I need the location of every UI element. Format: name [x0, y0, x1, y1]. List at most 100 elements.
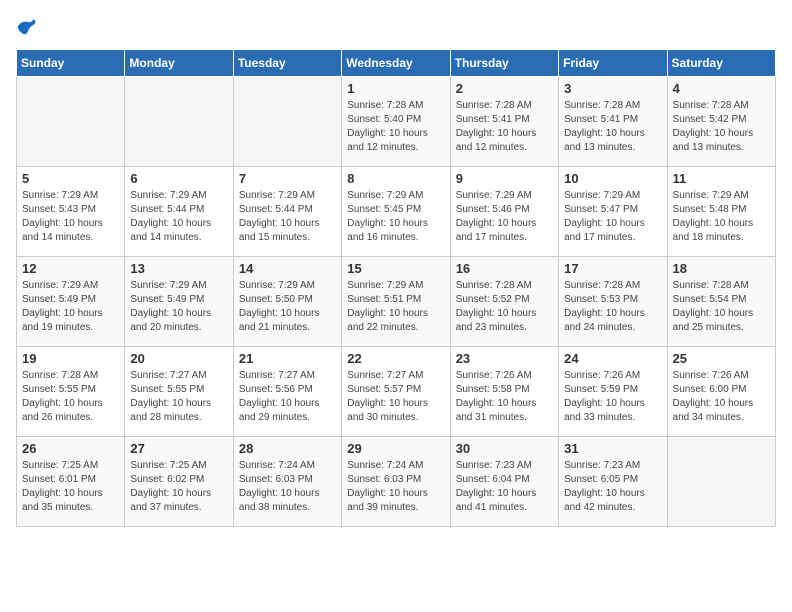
day-info: Sunrise: 7:29 AM Sunset: 5:45 PM Dayligh… — [347, 189, 444, 245]
day-info: Sunrise: 7:28 AM Sunset: 5:41 PM Dayligh… — [564, 99, 661, 155]
day-number: 23 — [456, 351, 553, 366]
calendar-cell: 23 Sunrise: 7:26 AM Sunset: 5:58 PM Dayli… — [450, 347, 558, 437]
day-info: Sunrise: 7:27 AM Sunset: 5:56 PM Dayligh… — [239, 369, 336, 425]
weekday-header-row: SundayMondayTuesdayWednesdayThursdayFrid… — [17, 50, 776, 77]
calendar-cell: 7 Sunrise: 7:29 AM Sunset: 5:44 PM Daylig… — [233, 167, 341, 257]
calendar-cell: 6Sunrise: 7:29 AM Sunset: 5:44 PM Daylig… — [125, 167, 233, 257]
day-number: 29 — [347, 441, 444, 456]
day-number: 12 — [22, 261, 119, 276]
calendar-cell: 15 Sunrise: 7:29 AM Sunset: 5:51 PM Dayli… — [342, 257, 450, 347]
calendar-cell: 8 Sunrise: 7:29 AM Sunset: 5:45 PM Daylig… — [342, 167, 450, 257]
day-info: Sunrise: 7:26 AM Sunset: 5:59 PM Dayligh… — [564, 369, 661, 425]
calendar-week-1: 1Sunrise: 7:28 AM Sunset: 5:40 PM Daylig… — [17, 77, 776, 167]
weekday-header-friday: Friday — [559, 50, 667, 77]
calendar-cell: 17 Sunrise: 7:28 AM Sunset: 5:53 PM Dayli… — [559, 257, 667, 347]
day-number: 10 — [564, 171, 661, 186]
day-number: 28 — [239, 441, 336, 456]
day-number: 9 — [456, 171, 553, 186]
calendar-cell: 26 Sunrise: 7:25 AM Sunset: 6:01 PM Dayli… — [17, 437, 125, 527]
day-info: Sunrise: 7:25 AM Sunset: 6:02 PM Dayligh… — [130, 459, 227, 515]
calendar-week-3: 12 Sunrise: 7:29 AM Sunset: 5:49 PM Dayli… — [17, 257, 776, 347]
calendar-cell: 18 Sunrise: 7:28 AM Sunset: 5:54 PM Dayli… — [667, 257, 775, 347]
day-number: 17 — [564, 261, 661, 276]
calendar-cell — [667, 437, 775, 527]
calendar-cell: 2Sunrise: 7:28 AM Sunset: 5:41 PM Daylig… — [450, 77, 558, 167]
day-info: Sunrise: 7:27 AM Sunset: 5:55 PM Dayligh… — [130, 369, 227, 425]
day-number: 21 — [239, 351, 336, 366]
calendar-week-5: 26 Sunrise: 7:25 AM Sunset: 6:01 PM Dayli… — [17, 437, 776, 527]
day-number: 27 — [130, 441, 227, 456]
calendar-cell: 28 Sunrise: 7:24 AM Sunset: 6:03 PM Dayli… — [233, 437, 341, 527]
day-info: Sunrise: 7:25 AM Sunset: 6:01 PM Dayligh… — [22, 459, 119, 515]
day-number: 8 — [347, 171, 444, 186]
calendar-cell: 3 Sunrise: 7:28 AM Sunset: 5:41 PM Daylig… — [559, 77, 667, 167]
weekday-header-thursday: Thursday — [450, 50, 558, 77]
day-number: 19 — [22, 351, 119, 366]
weekday-header-monday: Monday — [125, 50, 233, 77]
day-number: 13 — [130, 261, 227, 276]
day-info: Sunrise: 7:29 AM Sunset: 5:43 PM Dayligh… — [22, 189, 119, 245]
calendar-cell: 1Sunrise: 7:28 AM Sunset: 5:40 PM Daylig… — [342, 77, 450, 167]
day-info: Sunrise: 7:29 AM Sunset: 5:44 PM Dayligh… — [239, 189, 336, 245]
weekday-header-saturday: Saturday — [667, 50, 775, 77]
day-info: Sunrise: 7:27 AM Sunset: 5:57 PM Dayligh… — [347, 369, 444, 425]
calendar-cell: 25 Sunrise: 7:26 AM Sunset: 6:00 PM Dayli… — [667, 347, 775, 437]
day-number: 15 — [347, 261, 444, 276]
day-info: Sunrise: 7:23 AM Sunset: 6:05 PM Dayligh… — [564, 459, 661, 515]
calendar-cell: 24 Sunrise: 7:26 AM Sunset: 5:59 PM Dayli… — [559, 347, 667, 437]
day-number: 14 — [239, 261, 336, 276]
calendar-cell: 27 Sunrise: 7:25 AM Sunset: 6:02 PM Dayli… — [125, 437, 233, 527]
day-info: Sunrise: 7:29 AM Sunset: 5:48 PM Dayligh… — [673, 189, 770, 245]
calendar-cell: 13Sunrise: 7:29 AM Sunset: 5:49 PM Dayli… — [125, 257, 233, 347]
calendar-cell: 4 Sunrise: 7:28 AM Sunset: 5:42 PM Daylig… — [667, 77, 775, 167]
weekday-header-wednesday: Wednesday — [342, 50, 450, 77]
weekday-header-tuesday: Tuesday — [233, 50, 341, 77]
day-info: Sunrise: 7:29 AM Sunset: 5:51 PM Dayligh… — [347, 279, 444, 335]
calendar-cell — [233, 77, 341, 167]
calendar-cell — [125, 77, 233, 167]
calendar-cell: 16Sunrise: 7:28 AM Sunset: 5:52 PM Dayli… — [450, 257, 558, 347]
calendar-cell: 12 Sunrise: 7:29 AM Sunset: 5:49 PM Dayli… — [17, 257, 125, 347]
day-info: Sunrise: 7:26 AM Sunset: 5:58 PM Dayligh… — [456, 369, 553, 425]
day-number: 30 — [456, 441, 553, 456]
logo — [16, 16, 40, 37]
calendar-cell: 19 Sunrise: 7:28 AM Sunset: 5:55 PM Dayli… — [17, 347, 125, 437]
day-info: Sunrise: 7:28 AM Sunset: 5:53 PM Dayligh… — [564, 279, 661, 335]
calendar-cell: 21 Sunrise: 7:27 AM Sunset: 5:56 PM Dayli… — [233, 347, 341, 437]
day-number: 11 — [673, 171, 770, 186]
day-number: 3 — [564, 81, 661, 96]
calendar-cell: 10Sunrise: 7:29 AM Sunset: 5:47 PM Dayli… — [559, 167, 667, 257]
calendar-week-2: 5 Sunrise: 7:29 AM Sunset: 5:43 PM Daylig… — [17, 167, 776, 257]
calendar-cell: 29 Sunrise: 7:24 AM Sunset: 6:03 PM Dayli… — [342, 437, 450, 527]
day-info: Sunrise: 7:24 AM Sunset: 6:03 PM Dayligh… — [347, 459, 444, 515]
day-number: 20 — [130, 351, 227, 366]
day-number: 7 — [239, 171, 336, 186]
calendar-cell: 11 Sunrise: 7:29 AM Sunset: 5:48 PM Dayli… — [667, 167, 775, 257]
day-number: 16 — [456, 261, 553, 276]
logo-icon — [16, 17, 36, 37]
calendar-table: SundayMondayTuesdayWednesdayThursdayFrid… — [16, 49, 776, 527]
day-info: Sunrise: 7:28 AM Sunset: 5:42 PM Dayligh… — [673, 99, 770, 155]
day-info: Sunrise: 7:28 AM Sunset: 5:54 PM Dayligh… — [673, 279, 770, 335]
day-number: 2 — [456, 81, 553, 96]
day-info: Sunrise: 7:24 AM Sunset: 6:03 PM Dayligh… — [239, 459, 336, 515]
day-number: 4 — [673, 81, 770, 96]
calendar-cell: 22Sunrise: 7:27 AM Sunset: 5:57 PM Dayli… — [342, 347, 450, 437]
day-info: Sunrise: 7:28 AM Sunset: 5:55 PM Dayligh… — [22, 369, 119, 425]
calendar-cell: 31Sunrise: 7:23 AM Sunset: 6:05 PM Dayli… — [559, 437, 667, 527]
day-info: Sunrise: 7:29 AM Sunset: 5:50 PM Dayligh… — [239, 279, 336, 335]
day-number: 6 — [130, 171, 227, 186]
calendar-cell: 9Sunrise: 7:29 AM Sunset: 5:46 PM Daylig… — [450, 167, 558, 257]
calendar-cell: 14 Sunrise: 7:29 AM Sunset: 5:50 PM Dayli… — [233, 257, 341, 347]
calendar-cell: 30Sunrise: 7:23 AM Sunset: 6:04 PM Dayli… — [450, 437, 558, 527]
day-number: 26 — [22, 441, 119, 456]
day-number: 5 — [22, 171, 119, 186]
calendar-week-4: 19 Sunrise: 7:28 AM Sunset: 5:55 PM Dayli… — [17, 347, 776, 437]
day-number: 24 — [564, 351, 661, 366]
day-info: Sunrise: 7:28 AM Sunset: 5:40 PM Dayligh… — [347, 99, 444, 155]
day-number: 18 — [673, 261, 770, 276]
weekday-header-sunday: Sunday — [17, 50, 125, 77]
day-number: 25 — [673, 351, 770, 366]
day-info: Sunrise: 7:26 AM Sunset: 6:00 PM Dayligh… — [673, 369, 770, 425]
day-info: Sunrise: 7:29 AM Sunset: 5:49 PM Dayligh… — [22, 279, 119, 335]
